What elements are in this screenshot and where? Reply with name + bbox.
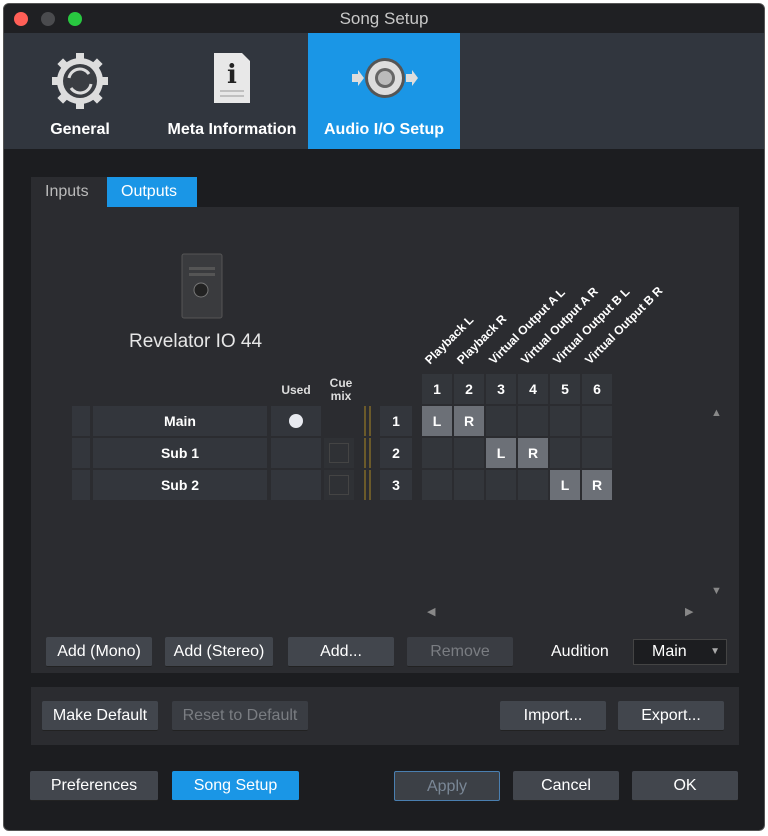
matrix-cell[interactable] — [486, 406, 516, 436]
tab-audio-io-setup[interactable]: Audio I/O Setup — [308, 33, 460, 149]
song-setup-window: Song Setup General i Meta Information Au… — [3, 3, 765, 831]
defaults-panel: Make Default Reset to Default Import... … — [31, 687, 739, 745]
tab-inputs[interactable]: Inputs — [31, 177, 107, 207]
chevron-down-icon: ▼ — [710, 646, 720, 657]
column-number: 3 — [486, 374, 516, 404]
tab-outputs[interactable]: Outputs — [107, 177, 197, 207]
audition-label: Audition — [551, 643, 609, 660]
preferences-button[interactable]: Preferences — [30, 771, 158, 801]
divider — [369, 406, 371, 436]
speaker-io-icon — [352, 58, 418, 98]
matrix-cell[interactable] — [486, 470, 516, 500]
reset-to-default-button[interactable]: Reset to Default — [172, 701, 308, 731]
matrix-cell[interactable] — [582, 406, 612, 436]
apply-button[interactable]: Apply — [394, 771, 500, 801]
remove-button[interactable]: Remove — [407, 637, 513, 667]
close-button[interactable] — [14, 12, 28, 26]
matrix-cell[interactable] — [518, 406, 548, 436]
device-name: Revelator IO 44 — [129, 331, 263, 352]
outputs-panel: Revelator IO 44 Used Cue mix Main 1 Sub 1 2… — [31, 207, 739, 673]
audition-select[interactable]: Main ▼ — [633, 639, 727, 665]
matrix-cell[interactable] — [454, 470, 484, 500]
column-number: 2 — [454, 374, 484, 404]
used-indicator[interactable] — [271, 406, 321, 436]
used-dot-icon — [289, 414, 303, 428]
make-default-button[interactable]: Make Default — [42, 701, 158, 731]
title-bar: Song Setup — [4, 4, 764, 33]
add-stereo-button[interactable]: Add (Stereo) — [165, 637, 273, 667]
add-mono-button[interactable]: Add (Mono) — [46, 637, 152, 667]
minimize-button[interactable] — [41, 12, 55, 26]
matrix-cell[interactable] — [550, 406, 580, 436]
cue-mix-checkbox[interactable] — [324, 470, 354, 500]
export-button[interactable]: Export... — [618, 701, 724, 731]
row-handle[interactable] — [72, 438, 90, 468]
song-setup-button[interactable]: Song Setup — [172, 771, 299, 801]
row-handle[interactable] — [72, 470, 90, 500]
ok-button[interactable]: OK — [632, 771, 738, 801]
svg-text:i: i — [227, 60, 237, 90]
output-number: 3 — [380, 470, 412, 500]
matrix-cell[interactable]: R — [454, 406, 484, 436]
divider — [364, 470, 366, 500]
matrix-cell[interactable]: L — [486, 438, 516, 468]
zoom-button[interactable] — [68, 12, 82, 26]
audition-value: Main — [652, 643, 687, 660]
divider — [369, 438, 371, 468]
device-image — [181, 253, 223, 319]
matrix-cell[interactable]: R — [582, 470, 612, 500]
divider — [364, 406, 366, 436]
scroll-up-arrow[interactable]: ▲ — [711, 407, 722, 419]
cancel-button[interactable]: Cancel — [513, 771, 619, 801]
column-number: 5 — [550, 374, 580, 404]
scroll-left-arrow[interactable]: ◀ — [427, 605, 435, 618]
info-document-icon: i — [214, 53, 250, 103]
row-handle[interactable] — [72, 406, 90, 436]
header-tabs: General i Meta Information Audio I/O Set… — [4, 33, 764, 149]
matrix-cell[interactable] — [454, 438, 484, 468]
used-header: Used — [281, 383, 311, 397]
output-name[interactable]: Sub 2 — [93, 470, 267, 500]
matrix-cell[interactable] — [550, 438, 580, 468]
scroll-down-arrow[interactable]: ▼ — [711, 585, 722, 597]
scroll-right-arrow[interactable]: ▶ — [685, 605, 693, 618]
column-number: 6 — [582, 374, 612, 404]
matrix-cell[interactable] — [582, 438, 612, 468]
used-indicator[interactable] — [271, 438, 321, 468]
tab-general[interactable]: General — [4, 33, 156, 149]
add-button[interactable]: Add... — [288, 637, 394, 667]
output-number: 2 — [380, 438, 412, 468]
import-button[interactable]: Import... — [500, 701, 606, 731]
tab-meta-information[interactable]: i Meta Information — [156, 33, 308, 149]
matrix-cell[interactable]: L — [422, 406, 452, 436]
cue-mix-checkbox[interactable] — [324, 438, 354, 468]
matrix-cell[interactable] — [422, 470, 452, 500]
output-number: 1 — [380, 406, 412, 436]
divider — [364, 438, 366, 468]
gear-sync-icon — [52, 53, 108, 109]
matrix-cell[interactable] — [518, 470, 548, 500]
cue-mix-header: Cue mix — [329, 376, 353, 403]
divider — [369, 470, 371, 500]
matrix-cell[interactable]: R — [518, 438, 548, 468]
output-name[interactable]: Sub 1 — [93, 438, 267, 468]
output-name[interactable]: Main — [93, 406, 267, 436]
window-title: Song Setup — [339, 9, 429, 28]
matrix-cell[interactable]: L — [550, 470, 580, 500]
column-number: 1 — [422, 374, 452, 404]
column-number: 4 — [518, 374, 548, 404]
matrix-cell[interactable] — [422, 438, 452, 468]
used-indicator[interactable] — [271, 470, 321, 500]
